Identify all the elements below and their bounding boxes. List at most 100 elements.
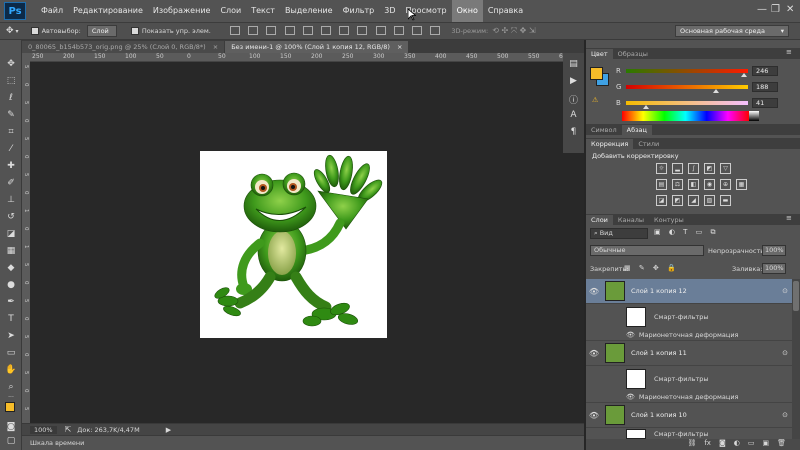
quick-select-tool-icon[interactable]: ✎ [5, 109, 17, 121]
close-icon[interactable]: ✕ [786, 4, 794, 15]
levels-icon[interactable]: ▂ [672, 163, 683, 174]
crop-tool-icon[interactable]: ⌗ [5, 126, 17, 138]
blur-tool-icon[interactable]: ◆ [5, 262, 17, 274]
link-icon[interactable]: ⛓ [687, 439, 696, 450]
menu-filter[interactable]: Фильтр [338, 0, 380, 22]
layer-row[interactable]: 👁 Слой 1 копия 11 ⊙ [586, 341, 792, 366]
minimize-icon[interactable]: — [757, 4, 767, 15]
visibility-eye-icon[interactable]: 👁 [586, 411, 602, 420]
blend-mode-dropdown[interactable]: Обычные [590, 245, 704, 256]
scrollbar-thumb[interactable] [793, 281, 799, 311]
quick-mask-icon[interactable]: ◙ [5, 421, 17, 433]
tab-adjustments[interactable]: Коррекция [586, 139, 634, 149]
brush-tool-icon[interactable]: ✐ [5, 177, 17, 189]
move-tool-icon[interactable]: ✥ [5, 58, 17, 70]
paragraph-icon[interactable]: ¶ [568, 127, 579, 138]
close-icon[interactable]: × [213, 43, 218, 51]
tab-color[interactable]: Цвет [586, 49, 613, 59]
type-tool-icon[interactable]: T [5, 313, 17, 325]
slider-marker-icon[interactable] [740, 73, 747, 77]
menu-3d[interactable]: 3D [379, 0, 400, 22]
foreground-color-swatch[interactable] [5, 402, 15, 412]
info-icon[interactable]: ⓘ [568, 93, 579, 106]
autoselect-checkbox[interactable] [30, 27, 39, 35]
3d-tools-icon[interactable]: ⟲ ✣ ⤧ ✥ ⇲ [492, 26, 535, 36]
invert-icon[interactable]: ◪ [656, 195, 667, 206]
arrow-right-icon[interactable]: ▶ [166, 426, 171, 434]
smart-filters-row[interactable]: Смарт-фильтры [586, 305, 792, 329]
tab-channels[interactable]: Каналы [613, 215, 649, 225]
distribute-right-icon[interactable] [430, 25, 441, 35]
slider-track[interactable] [626, 85, 748, 93]
path-select-tool-icon[interactable]: ➤ [5, 330, 17, 342]
eraser-tool-icon[interactable]: ◪ [5, 228, 17, 240]
tab-styles[interactable]: Стили [633, 139, 664, 149]
lock-icons[interactable]: ▦ ✎ ✥ 🔒 [624, 264, 679, 272]
visibility-eye-icon[interactable]: 👁 [626, 393, 635, 401]
timeline-tab[interactable]: Шкала времени [30, 439, 84, 447]
color-spectrum[interactable] [622, 111, 749, 121]
history-brush-tool-icon[interactable]: ↺ [5, 211, 17, 223]
color-slider-r[interactable]: R 246 [616, 66, 778, 77]
panel-menu-icon[interactable]: ≡ [786, 48, 792, 56]
character-icon[interactable]: A [568, 110, 579, 121]
distribute-left-icon[interactable] [393, 25, 404, 35]
vibrance-icon[interactable]: ▽ [720, 163, 731, 174]
eyedropper-tool-icon[interactable]: ⁄ [5, 143, 17, 155]
close-icon[interactable]: × [397, 43, 402, 51]
brightness-icon[interactable]: ☼ [656, 163, 667, 174]
align-vcenter-icon[interactable] [248, 25, 259, 35]
align-right-icon[interactable] [321, 25, 331, 35]
maximize-icon[interactable]: ❐ [771, 4, 780, 15]
align-bottom-icon[interactable] [266, 25, 277, 35]
channel-mixer-icon[interactable]: ⊕ [720, 179, 731, 190]
smart-filters-row[interactable]: Смарт-фильтры [586, 367, 792, 391]
autoselect-dropdown[interactable]: Слой [86, 25, 117, 37]
channel-value[interactable]: 41 [752, 98, 778, 108]
curves-icon[interactable]: ∫ [688, 163, 699, 174]
tab-document-1[interactable]: 0_80065_b154b573_orig.png @ 25% (Слой 0,… [22, 41, 225, 53]
chevron-down-icon[interactable]: ▾ [16, 28, 19, 35]
actions-icon[interactable]: ▶ [568, 76, 579, 87]
menu-select[interactable]: Выделение [280, 0, 338, 22]
distribute-bottom-icon[interactable] [375, 25, 386, 35]
filter-row[interactable]: 👁 Марионеточная деформация [586, 329, 792, 341]
photo-filter-icon[interactable]: ◉ [704, 179, 715, 190]
gradient-tool-icon[interactable]: ▦ [5, 245, 17, 257]
mask-icon[interactable]: ◙ [719, 439, 726, 450]
slider-track[interactable] [626, 101, 748, 109]
screen-mode-icon[interactable]: ▢ [5, 435, 17, 447]
align-top-icon[interactable] [229, 25, 240, 35]
opacity-value[interactable]: 100% [762, 245, 786, 256]
black-white-icon[interactable]: ◧ [688, 179, 699, 190]
exposure-icon[interactable]: ◩ [704, 163, 715, 174]
group-icon[interactable]: ▭ [748, 439, 755, 450]
lasso-tool-icon[interactable]: ℓ [5, 92, 17, 104]
black-white-ramp[interactable] [749, 111, 759, 121]
color-slider-b[interactable]: B 41 [616, 98, 778, 109]
clone-stamp-tool-icon[interactable]: ⊥ [5, 194, 17, 206]
tab-swatches[interactable]: Образцы [613, 49, 653, 59]
menu-layers[interactable]: Слои [215, 0, 246, 22]
threshold-icon[interactable]: ◢ [688, 195, 699, 206]
smart-filters-row[interactable]: Смарт-фильтры [586, 429, 792, 439]
export-icon[interactable]: ⇱ [65, 425, 72, 434]
layer-row[interactable]: 👁 Слой 1 копия 10 ⊙ [586, 403, 792, 428]
color-balance-icon[interactable]: ⚖ [672, 179, 683, 190]
layer-row[interactable]: 👁 Слой 1 копия 12 ⊙ [586, 279, 792, 304]
menu-image[interactable]: Изображение [148, 0, 216, 22]
posterize-icon[interactable]: ◩ [672, 195, 683, 206]
tab-paths[interactable]: Контуры [649, 215, 689, 225]
slider-track[interactable] [626, 69, 748, 77]
slider-marker-icon[interactable] [712, 89, 719, 93]
selective-color-icon[interactable]: ▧ [704, 195, 715, 206]
visibility-eye-icon[interactable]: 👁 [586, 349, 602, 358]
history-icon[interactable]: ▤ [568, 59, 579, 70]
zoom-level[interactable]: 100% [30, 425, 57, 434]
visibility-eye-icon[interactable]: 👁 [626, 331, 635, 339]
new-layer-icon[interactable]: ▣ [762, 439, 769, 450]
foreground-color-swatch[interactable] [590, 67, 603, 80]
channel-value[interactable]: 188 [752, 82, 778, 92]
trash-icon[interactable]: 🗑 [777, 439, 786, 450]
menu-window[interactable]: Окно [451, 0, 483, 22]
